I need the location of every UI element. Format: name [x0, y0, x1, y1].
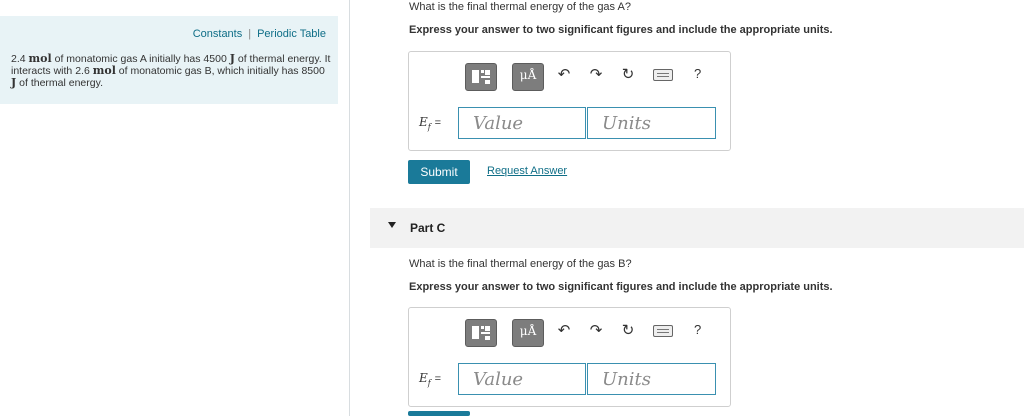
redo-icon[interactable]: ↷	[587, 321, 605, 339]
unit-joule: J	[229, 52, 235, 65]
partC-question: What is the final thermal energy of the …	[409, 258, 632, 270]
keyboard-icon[interactable]	[653, 325, 673, 337]
reset-icon[interactable]: ↻	[619, 65, 637, 83]
problem-statement: 2.4 mol of monatomic gas A initially has…	[11, 52, 331, 90]
equals-sign: =	[434, 117, 441, 129]
partC-value-input[interactable]	[458, 363, 586, 395]
undo-icon[interactable]: ↶	[555, 321, 573, 339]
partC-answer-box: μÅ ↶ ↷ ↻ ? Ef =	[408, 307, 731, 407]
problem-text: of monatomic gas A initially has 4500	[54, 53, 227, 65]
templates-button[interactable]	[465, 319, 497, 347]
unit-mol: mol	[92, 64, 116, 77]
units-button-label: μÅ	[519, 324, 537, 338]
problem-text: 2.4	[11, 53, 26, 65]
partC-submit-button[interactable]	[408, 411, 470, 416]
equals-sign: =	[434, 373, 441, 385]
partC-toolbar: μÅ ↶ ↷ ↻ ?	[409, 308, 730, 354]
constants-link[interactable]: Constants	[193, 28, 243, 40]
units-button-label: μÅ	[519, 68, 537, 82]
partB-units-input[interactable]	[587, 107, 716, 139]
units-button[interactable]: μÅ	[512, 63, 544, 91]
partC-title: Part C	[410, 221, 446, 235]
help-icon[interactable]: ?	[694, 66, 701, 81]
answer-variable: E	[419, 115, 428, 129]
unit-joule: J	[11, 76, 17, 89]
partB-toolbar: μÅ ↶ ↷ ↻ ?	[409, 52, 730, 98]
problem-text: of monatomic gas B, which initially has …	[118, 65, 325, 77]
periodic-table-link[interactable]: Periodic Table	[257, 28, 326, 40]
problem-text: of thermal energy.	[19, 77, 103, 89]
unit-mol: mol	[28, 52, 52, 65]
units-button[interactable]: μÅ	[512, 319, 544, 347]
partC-units-input[interactable]	[587, 363, 716, 395]
partC-answer-label: Ef =	[419, 371, 441, 387]
answer-subscript: f	[427, 122, 431, 132]
redo-icon[interactable]: ↷	[587, 65, 605, 83]
partB-answer-box: μÅ ↶ ↷ ↻ ? Ef =	[408, 51, 731, 151]
column-divider	[349, 0, 350, 416]
collapse-triangle-icon[interactable]	[388, 222, 396, 228]
partB-instruction: Express your answer to two significant f…	[409, 24, 833, 36]
partC-instruction: Express your answer to two significant f…	[409, 281, 833, 293]
partB-value-input[interactable]	[458, 107, 586, 139]
resource-links: Constants | Periodic Table	[193, 28, 326, 40]
answer-variable: E	[419, 371, 428, 385]
partB-submit-button[interactable]: Submit	[408, 160, 470, 184]
templates-button[interactable]	[465, 63, 497, 91]
link-separator: |	[248, 28, 252, 40]
partB-question: What is the final thermal energy of the …	[409, 1, 631, 13]
help-icon[interactable]: ?	[694, 322, 701, 337]
partB-answer-label: Ef =	[419, 115, 441, 131]
partC-header[interactable]: Part C	[370, 208, 1024, 248]
problem-info-panel: Constants | Periodic Table 2.4 mol of mona…	[0, 16, 338, 104]
partB-request-answer-link[interactable]: Request Answer	[487, 165, 567, 177]
undo-icon[interactable]: ↶	[555, 65, 573, 83]
keyboard-icon[interactable]	[653, 69, 673, 81]
answer-subscript: f	[427, 378, 431, 388]
reset-icon[interactable]: ↻	[619, 321, 637, 339]
